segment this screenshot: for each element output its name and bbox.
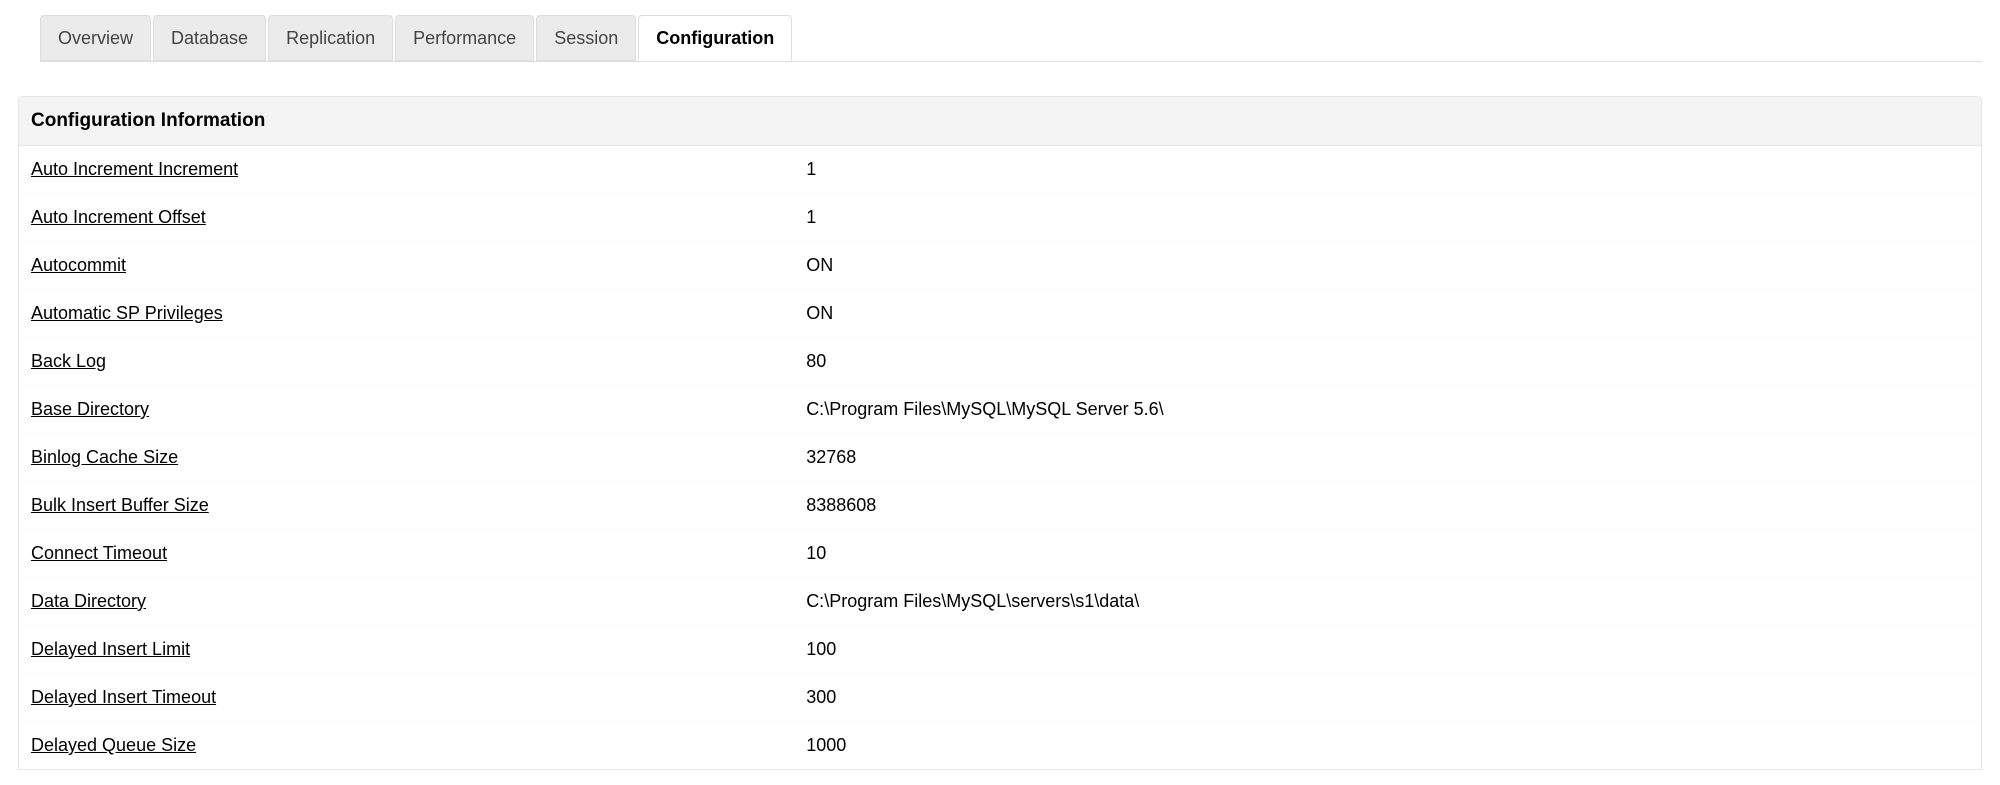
panel-heading: Configuration Information: [19, 97, 1981, 146]
config-value: C:\Program Files\MySQL\servers\s1\data\: [806, 591, 1969, 612]
config-row: Auto Increment Offset1: [19, 193, 1981, 241]
configuration-panel: Configuration Information Auto Increment…: [18, 96, 1982, 770]
config-row: Delayed Queue Size1000: [19, 721, 1981, 769]
tab-configuration[interactable]: Configuration: [638, 15, 792, 61]
config-row: Delayed Insert Timeout300: [19, 673, 1981, 721]
config-row: Automatic SP PrivilegesON: [19, 289, 1981, 337]
config-label-link[interactable]: Delayed Queue Size: [31, 735, 806, 756]
config-label-link[interactable]: Connect Timeout: [31, 543, 806, 564]
config-label-link[interactable]: Delayed Insert Timeout: [31, 687, 806, 708]
config-label-link[interactable]: Autocommit: [31, 255, 806, 276]
config-row: Back Log80: [19, 337, 1981, 385]
config-value: ON: [806, 255, 1969, 276]
config-value: C:\Program Files\MySQL\MySQL Server 5.6\: [806, 399, 1969, 420]
config-label-link[interactable]: Automatic SP Privileges: [31, 303, 806, 324]
tab-database[interactable]: Database: [153, 15, 266, 61]
config-value: ON: [806, 303, 1969, 324]
config-value: 1: [806, 159, 1969, 180]
config-label-link[interactable]: Auto Increment Offset: [31, 207, 806, 228]
config-row: Binlog Cache Size32768: [19, 433, 1981, 481]
config-value: 10: [806, 543, 1969, 564]
config-table: Auto Increment Increment1Auto Increment …: [19, 146, 1981, 769]
tab-replication[interactable]: Replication: [268, 15, 393, 61]
config-row: Bulk Insert Buffer Size8388608: [19, 481, 1981, 529]
config-row: Base DirectoryC:\Program Files\MySQL\MyS…: [19, 385, 1981, 433]
config-label-link[interactable]: Auto Increment Increment: [31, 159, 806, 180]
config-label-link[interactable]: Base Directory: [31, 399, 806, 420]
tab-overview[interactable]: Overview: [40, 15, 151, 61]
config-value: 80: [806, 351, 1969, 372]
config-row: AutocommitON: [19, 241, 1981, 289]
tab-bar: OverviewDatabaseReplicationPerformanceSe…: [40, 15, 1982, 62]
config-label-link[interactable]: Delayed Insert Limit: [31, 639, 806, 660]
config-value: 1000: [806, 735, 1969, 756]
config-value: 300: [806, 687, 1969, 708]
config-row: Auto Increment Increment1: [19, 146, 1981, 193]
config-label-link[interactable]: Back Log: [31, 351, 806, 372]
config-label-link[interactable]: Data Directory: [31, 591, 806, 612]
config-value: 32768: [806, 447, 1969, 468]
config-label-link[interactable]: Bulk Insert Buffer Size: [31, 495, 806, 516]
tab-session[interactable]: Session: [536, 15, 636, 61]
config-value: 100: [806, 639, 1969, 660]
config-value: 1: [806, 207, 1969, 228]
tab-performance[interactable]: Performance: [395, 15, 534, 61]
config-label-link[interactable]: Binlog Cache Size: [31, 447, 806, 468]
config-value: 8388608: [806, 495, 1969, 516]
config-row: Connect Timeout10: [19, 529, 1981, 577]
config-row: Delayed Insert Limit100: [19, 625, 1981, 673]
config-row: Data DirectoryC:\Program Files\MySQL\ser…: [19, 577, 1981, 625]
